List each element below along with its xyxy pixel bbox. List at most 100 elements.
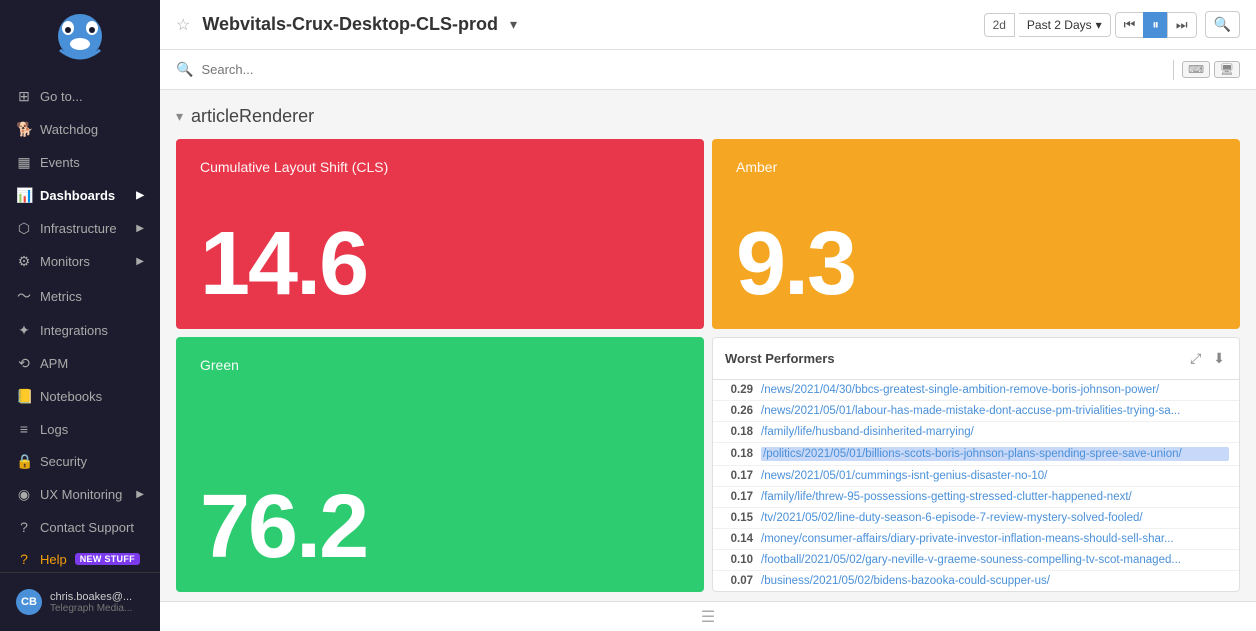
- performer-row: 0.26 /news/2021/05/01/labour-has-made-mi…: [713, 401, 1239, 422]
- performer-score: 0.15: [723, 512, 753, 524]
- avatar: CB: [16, 589, 42, 615]
- sidebar-label-logs: Logs: [40, 422, 68, 437]
- green-metric-card: Green 76.2: [176, 337, 704, 592]
- sidebar-item-integrations[interactable]: ✦ Integrations: [0, 314, 160, 347]
- contact-support-icon: ?: [16, 519, 32, 535]
- arrow-icon: ▶: [136, 489, 144, 500]
- searchbar: 🔍 ⌨ 🖥: [160, 50, 1256, 90]
- play-pause-button[interactable]: ⏸: [1143, 12, 1167, 38]
- new-badge: NEW STUFF: [75, 553, 140, 565]
- performer-score: 0.17: [723, 491, 753, 503]
- sidebar-item-security[interactable]: 🔒 Security: [0, 445, 160, 478]
- help-icon: ?: [16, 551, 32, 567]
- green-value: 76.2: [200, 482, 680, 572]
- expand-icon[interactable]: ⤢: [1188, 348, 1203, 369]
- star-icon[interactable]: ☆: [176, 15, 190, 35]
- performer-url[interactable]: /politics/2021/05/01/billions-scots-bori…: [761, 447, 1229, 461]
- performer-url[interactable]: /family/life/husband-disinherited-marryi…: [761, 426, 1229, 438]
- integrations-icon: ✦: [16, 322, 32, 339]
- goto-icon: ⊞: [16, 88, 32, 105]
- performer-row: 0.18 /politics/2021/05/01/billions-scots…: [713, 443, 1239, 466]
- monitors-icon: ⚙: [16, 253, 32, 270]
- performer-score: 0.18: [723, 426, 753, 438]
- performer-row: 0.07 /business/2021/05/02/bidens-bazooka…: [713, 571, 1239, 591]
- performers-table: 0.29 /news/2021/04/30/bbcs-greatest-sing…: [713, 380, 1239, 591]
- performer-score: 0.14: [723, 533, 753, 545]
- sidebar-item-metrics[interactable]: 〜 Metrics: [0, 278, 160, 314]
- sidebar-label-ux-monitoring: UX Monitoring: [40, 487, 122, 502]
- sidebar-item-logs[interactable]: ≡ Logs: [0, 413, 160, 445]
- sidebar-item-goto[interactable]: ⊞ Go to...: [0, 80, 160, 113]
- performer-url[interactable]: /news/2021/04/30/bbcs-greatest-single-am…: [761, 384, 1229, 396]
- sidebar-item-apm[interactable]: ⟲ APM: [0, 347, 160, 380]
- arrow-icon: ▶: [136, 256, 144, 267]
- sidebar-item-help[interactable]: ? Help NEW STUFF: [0, 543, 160, 572]
- top-metrics-grid: Cumulative Layout Shift (CLS) 14.6 Amber…: [176, 139, 1240, 329]
- sidebar-label-dashboards: Dashboards: [40, 188, 115, 203]
- performer-row: 0.17 /family/life/threw-95-possessions-g…: [713, 487, 1239, 508]
- performer-url[interactable]: /news/2021/05/01/cummings-isnt-genius-di…: [761, 470, 1229, 482]
- watchdog-icon: 🐕: [16, 121, 32, 138]
- performer-url[interactable]: /business/2021/05/02/bidens-bazooka-coul…: [761, 575, 1229, 587]
- collapse-button[interactable]: ▾: [176, 108, 183, 125]
- sidebar-item-watchdog[interactable]: 🐕 Watchdog: [0, 113, 160, 146]
- dashboards-icon: 📊: [16, 187, 32, 204]
- sidebar-item-notebooks[interactable]: 📒 Notebooks: [0, 380, 160, 413]
- sidebar-item-dashboards[interactable]: 📊 Dashboards ▶: [0, 179, 160, 212]
- performer-url[interactable]: /tv/2021/05/02/line-duty-season-6-episod…: [761, 512, 1229, 524]
- sidebar-label-metrics: Metrics: [40, 289, 82, 304]
- sidebar-item-ux-monitoring[interactable]: ◉ UX Monitoring ▶: [0, 478, 160, 511]
- sidebar-user[interactable]: CB chris.boakes@... Telegraph Media...: [0, 581, 160, 623]
- section-header: ▾ articleRenderer: [176, 106, 1240, 127]
- cls-metric-card: Cumulative Layout Shift (CLS) 14.6: [176, 139, 704, 329]
- sidebar-item-contact-support[interactable]: ? Contact Support: [0, 511, 160, 543]
- performer-url[interactable]: /family/life/threw-95-possessions-gettin…: [761, 491, 1229, 503]
- performer-url[interactable]: /football/2021/05/02/gary-neville-v-grae…: [761, 554, 1229, 566]
- sidebar-item-monitors[interactable]: ⚙ Monitors ▶: [0, 245, 160, 278]
- sidebar-label-help: Help: [40, 552, 67, 567]
- sidebar-bottom: CB chris.boakes@... Telegraph Media...: [0, 572, 160, 631]
- sidebar-label-notebooks: Notebooks: [40, 389, 102, 404]
- metrics-icon: 〜: [16, 286, 32, 306]
- download-icon[interactable]: ⬇: [1211, 348, 1227, 369]
- performer-score: 0.10: [723, 554, 753, 566]
- security-icon: 🔒: [16, 453, 32, 470]
- logs-icon: ≡: [16, 421, 32, 437]
- dashboard-content: ▾ articleRenderer Cumulative Layout Shif…: [160, 90, 1256, 601]
- apm-icon: ⟲: [16, 355, 32, 372]
- green-label: Green: [200, 357, 680, 373]
- performer-row: 0.29 /news/2021/04/30/bbcs-greatest-sing…: [713, 380, 1239, 401]
- sidebar-label-events: Events: [40, 155, 80, 170]
- sidebar-item-events[interactable]: ▦ Events: [0, 146, 160, 179]
- title-dropdown-icon[interactable]: ▾: [510, 16, 517, 33]
- user-name: chris.boakes@...: [50, 591, 132, 603]
- events-icon: ▦: [16, 154, 32, 171]
- dashboard-title: Webvitals-Crux-Desktop-CLS-prod: [202, 14, 498, 35]
- section-title: articleRenderer: [191, 106, 314, 127]
- amber-metric-card: Amber 9.3: [712, 139, 1240, 329]
- kb-key-monitor: 🖥: [1214, 61, 1240, 78]
- playback-controls: ⏮ ⏸ ⏭: [1115, 12, 1197, 38]
- performers-header: Worst Performers ⤢ ⬇: [713, 338, 1239, 380]
- performer-row: 0.18 /family/life/husband-disinherited-m…: [713, 422, 1239, 443]
- performer-row: 0.17 /news/2021/05/01/cummings-isnt-geni…: [713, 466, 1239, 487]
- rewind-button[interactable]: ⏮: [1115, 12, 1144, 38]
- performer-url[interactable]: /money/consumer-affairs/diary-private-in…: [761, 533, 1229, 545]
- performer-row: 0.14 /money/consumer-affairs/diary-priva…: [713, 529, 1239, 550]
- worst-performers-card: Worst Performers ⤢ ⬇ 0.29 /news/2021/04/…: [712, 337, 1240, 592]
- search-icon: 🔍: [176, 61, 193, 78]
- kb-key-icon: ⌨: [1182, 61, 1210, 78]
- performer-score: 0.17: [723, 470, 753, 482]
- search-input[interactable]: [201, 62, 1165, 77]
- forward-button[interactable]: ⏭: [1167, 12, 1197, 38]
- sidebar-label-goto: Go to...: [40, 89, 83, 104]
- keyboard-hint: ⌨ 🖥: [1182, 61, 1240, 78]
- sidebar-label-infrastructure: Infrastructure: [40, 221, 117, 236]
- cls-value: 14.6: [200, 219, 680, 309]
- performer-score: 0.18: [723, 448, 753, 460]
- topbar-search-button[interactable]: 🔍: [1205, 11, 1240, 38]
- performer-url[interactable]: /news/2021/05/01/labour-has-made-mistake…: [761, 405, 1229, 417]
- time-range-selector[interactable]: Past 2 Days ▾: [1019, 13, 1111, 37]
- bottombar: ☰: [160, 601, 1256, 631]
- sidebar-item-infrastructure[interactable]: ⬡ Infrastructure ▶: [0, 212, 160, 245]
